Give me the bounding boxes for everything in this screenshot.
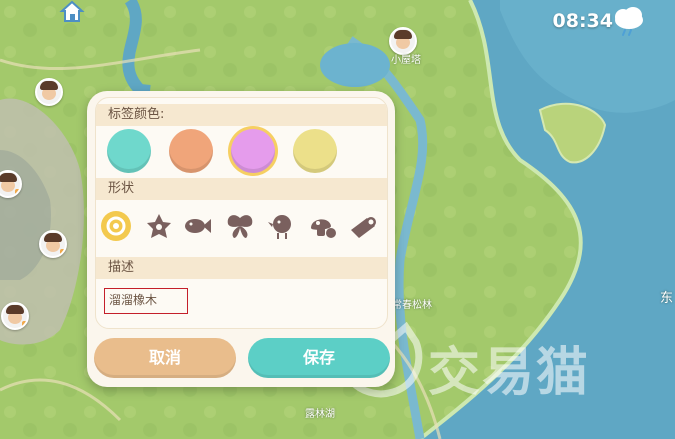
save-button[interactable]: 保存: [248, 338, 390, 378]
player-avatar-marker[interactable]: [35, 78, 63, 106]
bird-icon[interactable]: [266, 210, 298, 242]
player-avatar-marker[interactable]: [1, 302, 29, 330]
game-clock: 08:34: [552, 10, 613, 32]
map-label: 露林湖: [305, 409, 335, 420]
cloud-rain-icon: [611, 6, 647, 38]
color-swatch-teal[interactable]: [107, 129, 151, 173]
location-target-icon[interactable]: [100, 210, 132, 242]
flower-icon[interactable]: [143, 210, 175, 242]
color-picker: [101, 126, 381, 178]
cancel-button[interactable]: 取消: [94, 338, 236, 378]
log-icon[interactable]: [347, 210, 379, 242]
home-button[interactable]: [58, 0, 86, 22]
butterfly-icon[interactable]: [224, 210, 256, 242]
description-input[interactable]: 溜溜橡木: [104, 288, 188, 314]
description-section-label: 描述: [96, 257, 387, 279]
color-swatch-pink[interactable]: [231, 129, 275, 173]
fish-icon[interactable]: [181, 210, 213, 242]
player-avatar-marker[interactable]: [0, 170, 22, 198]
color-swatch-yellow[interactable]: [293, 129, 337, 173]
shape-picker: [96, 206, 387, 246]
color-section-label: 标签颜色:: [96, 104, 387, 126]
home-icon: [59, 0, 85, 22]
shape-section-label: 形状: [96, 178, 387, 200]
map-label: 东: [660, 291, 674, 306]
color-swatch-orange[interactable]: [169, 129, 213, 173]
map-label: 小屋塔: [391, 55, 421, 66]
mushroom-icon[interactable]: [307, 210, 339, 242]
player-avatar-marker[interactable]: [39, 230, 67, 258]
map-label: 常春松林: [392, 300, 432, 311]
